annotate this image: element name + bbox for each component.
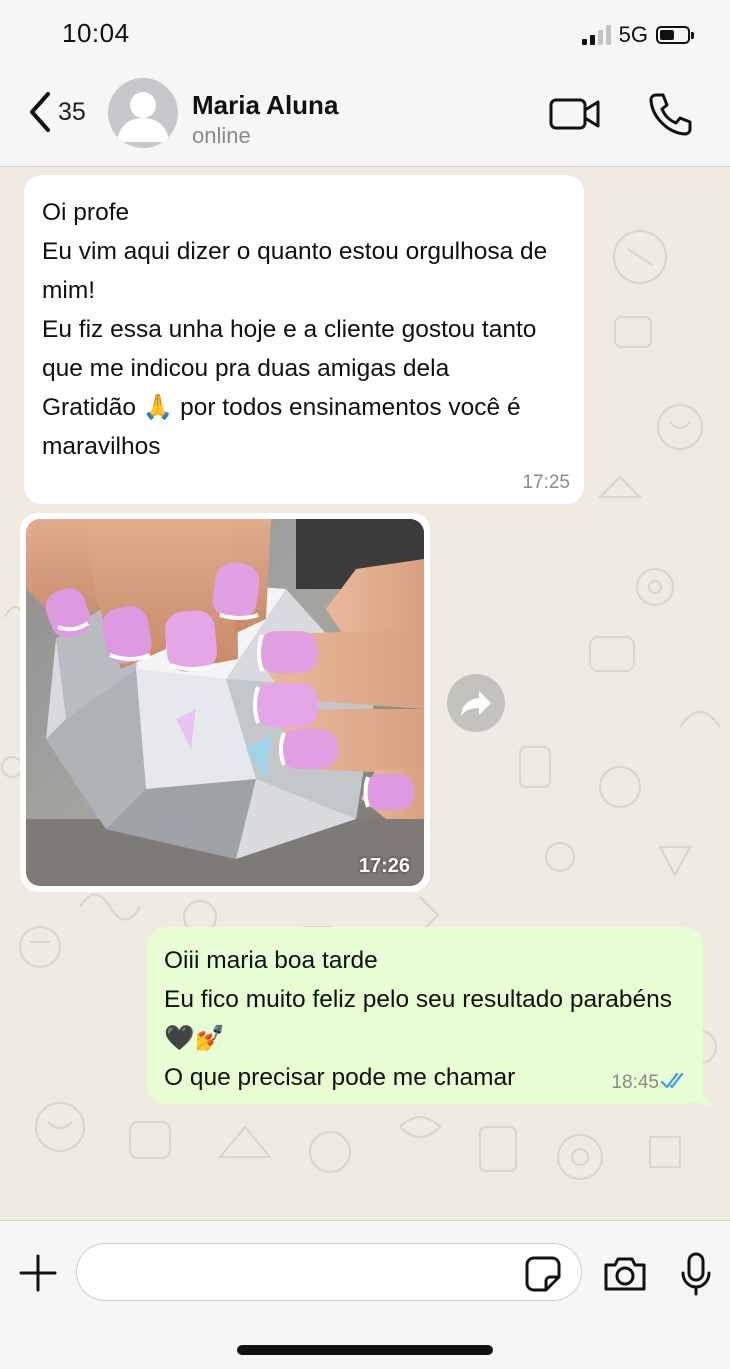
status-bar: 10:04 5G: [0, 0, 730, 70]
message-input[interactable]: [76, 1243, 582, 1301]
network-type: 5G: [618, 22, 648, 47]
message-composer: [0, 1220, 730, 1369]
status-indicators: 5G: [581, 22, 694, 48]
plus-icon: [19, 1254, 57, 1292]
double-check-icon: [661, 1072, 684, 1089]
back-button[interactable]: 35: [24, 90, 86, 134]
status-time: 10:04: [62, 18, 130, 48]
forward-arrow-icon: [461, 691, 491, 716]
camera-icon: [604, 1257, 646, 1291]
home-indicator: [237, 1345, 493, 1355]
signal-icon: [581, 25, 611, 45]
message-time: 17:25: [522, 472, 570, 493]
sticker-button[interactable]: [524, 1255, 562, 1298]
chevron-left-icon: [30, 92, 50, 132]
voice-message-button[interactable]: [680, 1251, 712, 1302]
sticker-icon: [525, 1256, 561, 1292]
video-call-button[interactable]: [548, 94, 602, 139]
battery-icon: [656, 26, 694, 44]
bubble-tail: [690, 1087, 718, 1106]
camera-button[interactable]: [602, 1255, 648, 1298]
incoming-image-message[interactable]: 17:26: [20, 513, 430, 892]
chat-header: 35 Maria Aluna online: [0, 70, 730, 167]
voice-call-button[interactable]: [646, 90, 694, 143]
outgoing-message[interactable]: Oiii maria boa tarde Eu fico muito feliz…: [147, 927, 703, 1104]
message-photo[interactable]: 17:26: [26, 519, 424, 886]
nails-photo-image: [26, 519, 424, 886]
unread-count: 35: [58, 97, 86, 126]
contact-name[interactable]: Maria Aluna: [192, 90, 338, 121]
message-time: 17:26: [358, 855, 410, 877]
microphone-icon: [681, 1252, 711, 1296]
message-time: 18:45: [611, 1072, 659, 1093]
video-camera-icon: [549, 98, 600, 130]
attach-button[interactable]: [18, 1253, 58, 1298]
forward-button[interactable]: [447, 674, 505, 732]
incoming-message[interactable]: Oi profe Eu vim aqui dizer o quanto esto…: [24, 175, 584, 504]
person-placeholder-icon: [117, 92, 169, 142]
contact-status: online: [192, 123, 251, 148]
phone-icon: [649, 93, 692, 136]
chat-area[interactable]: Oi profe Eu vim aqui dizer o quanto esto…: [0, 167, 730, 1220]
message-text: Oiii maria boa tarde Eu fico muito feliz…: [164, 947, 672, 1091]
avatar[interactable]: [108, 78, 178, 148]
message-text: Oi profe Eu vim aqui dizer o quanto esto…: [42, 199, 548, 460]
